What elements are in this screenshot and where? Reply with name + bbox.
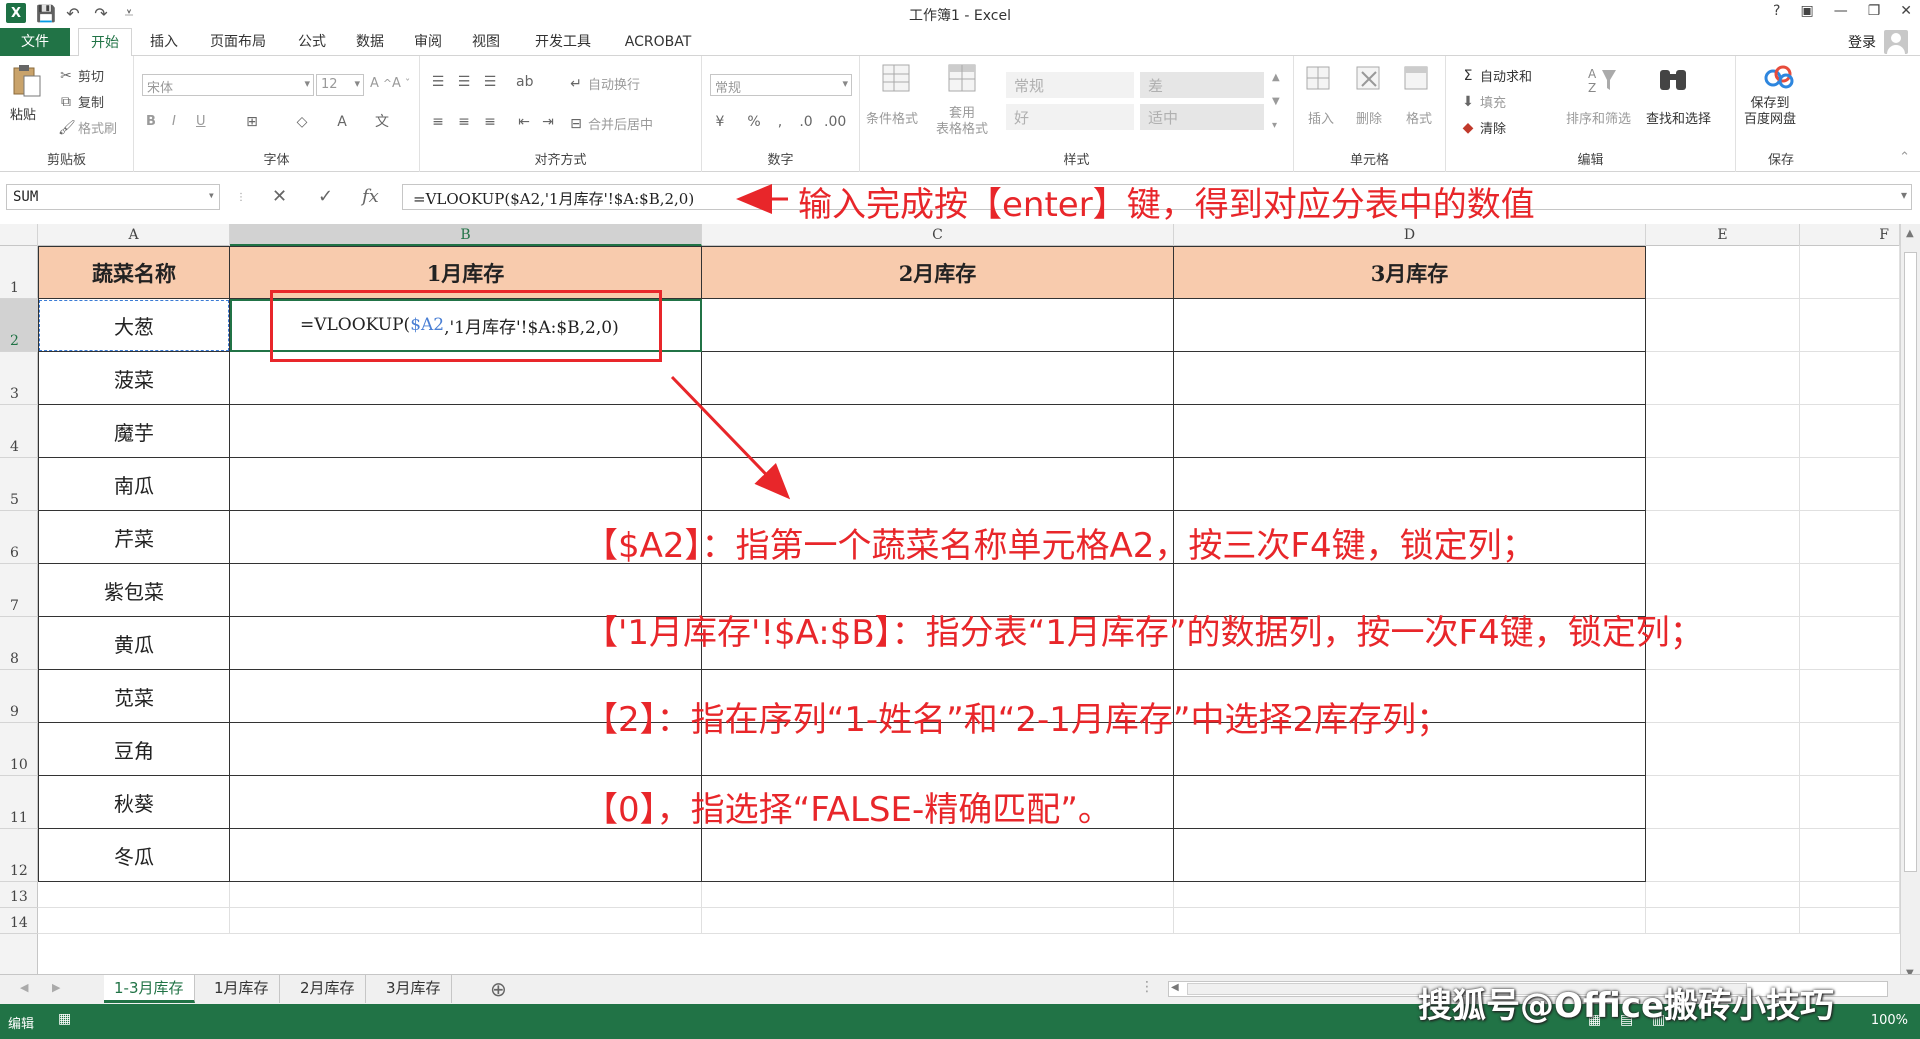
annotation-exact-match: 【0】，指选择“FALSE-精确匹配”。 [584,790,1112,830]
watermark: 搜狐号@Office搬砖小技巧 [1418,986,1835,1026]
annotation-col-index: 【2】：指在序列“1-姓名”和“2-1月库存”中选择2库存列； [584,700,1451,740]
arrow-to-explanation [670,375,791,500]
annotation-a2: 【$A2】：指第一个蔬菜名称单元格A2，按三次F4键，锁定列； [584,526,1536,566]
annotation-range: 【'1月库存'!$A:$B】：指分表“1月库存”的数据列，按一次F4键，锁定列； [584,613,1704,653]
annotation-enter-hint: 输入完成按【enter】键，得到对应分表中的数值 [798,185,1535,225]
